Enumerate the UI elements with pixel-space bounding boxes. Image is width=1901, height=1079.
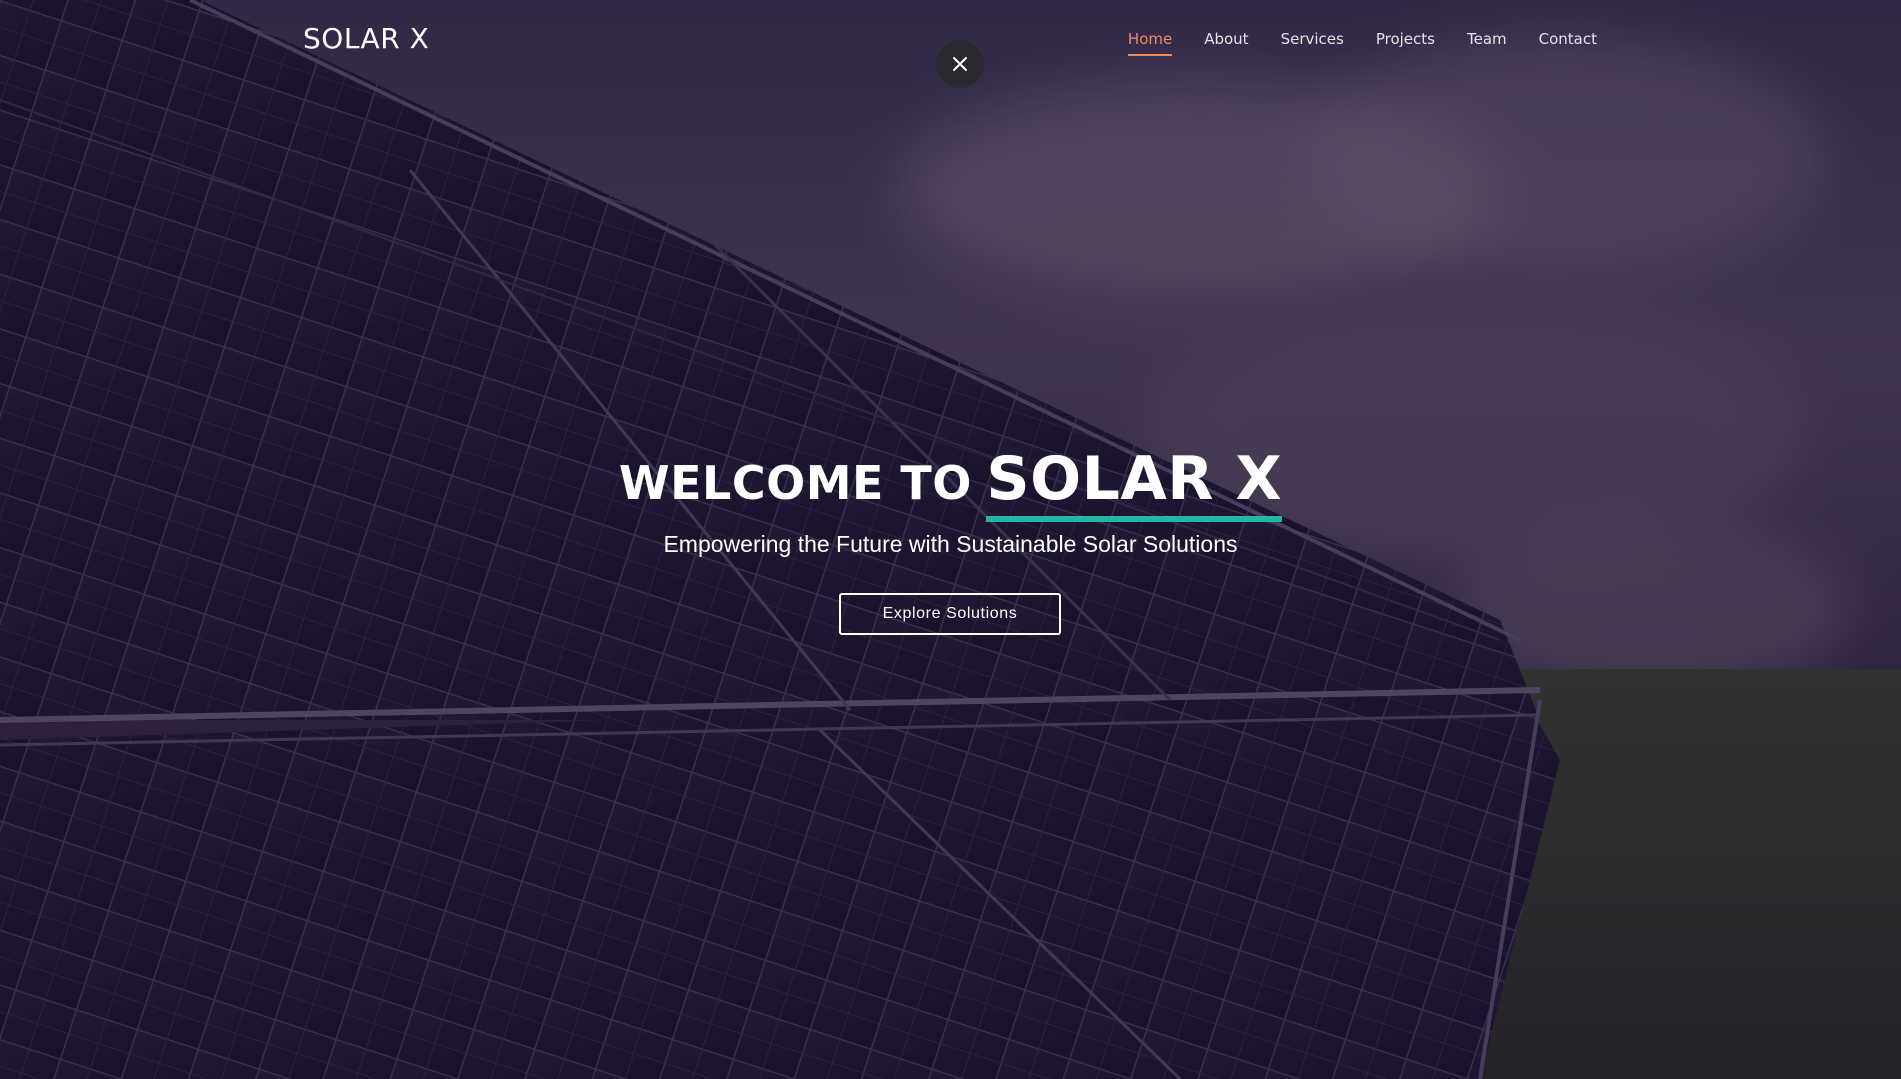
hero-section: SOLAR X Home About Services Projects Tea… — [0, 0, 1901, 1079]
nav-item-about[interactable]: About — [1204, 30, 1248, 56]
hero-title-prefix: WELCOME TO — [618, 456, 972, 510]
nav-item-home[interactable]: Home — [1127, 30, 1173, 56]
site-logo[interactable]: SOLAR X — [303, 22, 429, 55]
nav-item-projects[interactable]: Projects — [1376, 30, 1435, 56]
nav-item-contact[interactable]: Contact — [1539, 30, 1597, 56]
explore-solutions-button[interactable]: Explore Solutions — [839, 593, 1061, 635]
main-nav: Home About Services Projects Team Contac… — [1127, 30, 1597, 56]
nav-item-team[interactable]: Team — [1467, 30, 1507, 56]
close-button[interactable] — [936, 40, 984, 88]
nav-item-services[interactable]: Services — [1281, 30, 1344, 56]
hero-title: WELCOME TO SOLAR X — [0, 444, 1901, 522]
close-icon — [953, 57, 967, 71]
hero-title-brand: SOLAR X — [986, 444, 1283, 522]
hero-subtitle: Empowering the Future with Sustainable S… — [663, 531, 1238, 557]
